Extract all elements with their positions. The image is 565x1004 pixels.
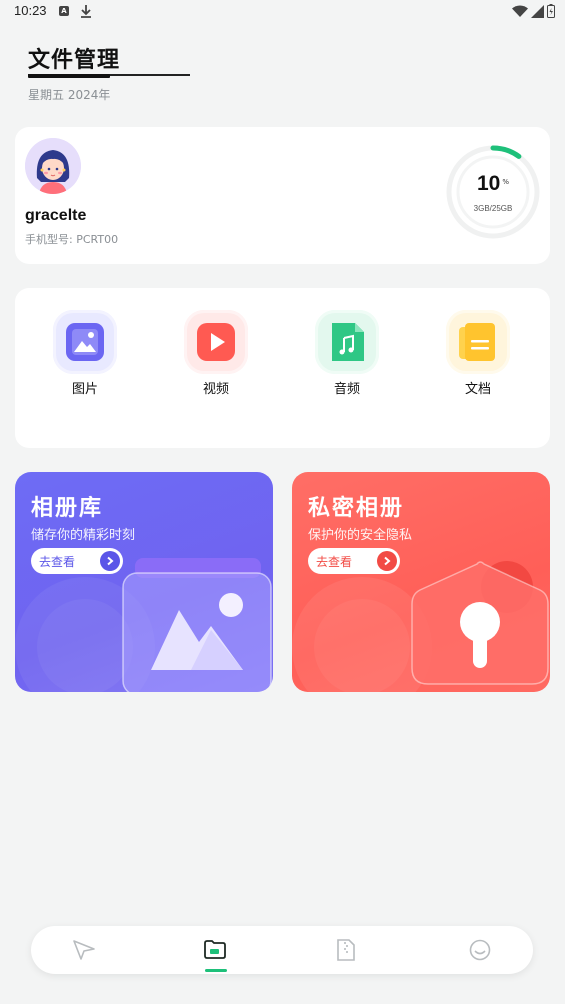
- date-label: 星期五 2024年: [28, 88, 111, 102]
- album-view-label: 去查看: [39, 554, 76, 569]
- chevron-right-icon: [377, 551, 397, 571]
- category-images[interactable]: 图片: [45, 310, 125, 397]
- category-label-documents: 文档: [464, 382, 491, 397]
- tab-send[interactable]: [64, 934, 104, 966]
- username: gracelte: [25, 207, 87, 224]
- image-icon: [53, 310, 117, 374]
- private-album-banner[interactable]: 私密相册 保护你的安全隐私 去查看: [292, 472, 550, 692]
- category-label-videos: 视频: [202, 382, 229, 397]
- tab-profile[interactable]: [460, 934, 500, 966]
- status-time: 10:23: [14, 3, 47, 18]
- storage-amount: 3GB/25GB: [473, 204, 513, 213]
- tab-archive[interactable]: [326, 934, 366, 966]
- zip-file-icon: [337, 939, 355, 961]
- music-icon: [315, 310, 379, 374]
- signal-icon: [531, 4, 544, 18]
- category-documents[interactable]: 文档: [438, 310, 518, 397]
- battery-icon: [547, 4, 555, 18]
- active-tab-indicator: [205, 969, 227, 972]
- status-icons: [512, 4, 555, 18]
- download-icon: [80, 3, 92, 22]
- album-subtitle: 储存你的精彩时刻: [31, 528, 136, 543]
- tab-files[interactable]: [195, 934, 235, 966]
- play-icon: [184, 310, 248, 374]
- avatar[interactable]: [25, 138, 81, 194]
- smile-icon: [469, 939, 491, 961]
- usage-percent: 10%: [445, 172, 541, 196]
- document-icon: [446, 310, 510, 374]
- category-card: 图片 视频 音频 文档: [15, 288, 550, 448]
- album-title: 相册库: [31, 496, 104, 521]
- bottom-tab-bar: [31, 926, 533, 974]
- chevron-right-icon: [100, 551, 120, 571]
- notification-a-icon: A: [59, 6, 69, 16]
- usage-percent-value: 10: [476, 172, 501, 195]
- folder-icon: [204, 940, 226, 959]
- profile-card[interactable]: gracelte 手机型号: PCRT00 10% 3GB/25GB: [15, 127, 550, 264]
- page-title: 文件管理: [28, 48, 121, 73]
- private-album-view-button[interactable]: 去查看: [308, 548, 400, 574]
- usage-percent-unit: %: [502, 177, 509, 186]
- album-view-button[interactable]: 去查看: [31, 548, 123, 574]
- device-model: 手机型号: PCRT00: [25, 233, 119, 246]
- category-videos[interactable]: 视频: [176, 310, 256, 397]
- category-label-audio: 音频: [333, 382, 360, 397]
- album-banner[interactable]: 相册库 储存你的精彩时刻 去查看: [15, 472, 273, 692]
- send-icon: [73, 940, 95, 960]
- category-audio[interactable]: 音频: [307, 310, 387, 397]
- category-label-images: 图片: [71, 382, 98, 397]
- private-album-subtitle: 保护你的安全隐私: [308, 528, 413, 543]
- status-bar: 10:23 A: [0, 0, 565, 24]
- private-album-title: 私密相册: [308, 496, 405, 521]
- wifi-icon: [512, 5, 528, 17]
- title-underline-accent: [28, 74, 110, 78]
- private-album-view-label: 去查看: [316, 554, 353, 569]
